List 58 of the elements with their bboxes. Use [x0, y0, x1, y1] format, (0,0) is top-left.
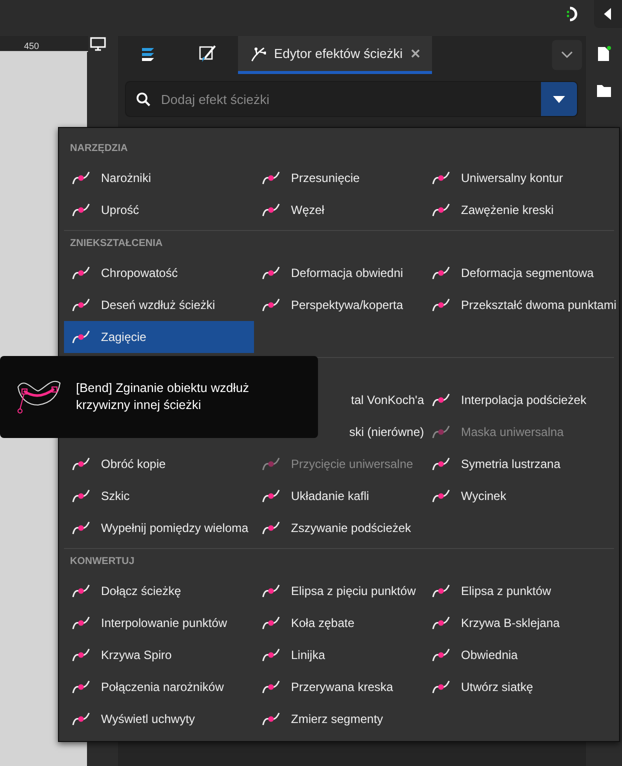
section-heading: NARZĘDZIA	[69, 142, 129, 156]
effect-menu-item[interactable]: Węzeł	[254, 194, 424, 226]
search-field[interactable]: Dodaj efekt ścieżki	[125, 81, 578, 117]
effect-menu-item[interactable]: Wypełnij pomiędzy wieloma	[64, 512, 254, 544]
effect-menu-item[interactable]: Przesunięcie	[254, 162, 424, 194]
effect-menu-item[interactable]: Interpolacja podścieżek	[424, 384, 614, 416]
effect-menu-item[interactable]: Narożniki	[64, 162, 254, 194]
effect-menu-item[interactable]: Deformacja obwiedni	[254, 257, 424, 289]
effect-menu-item[interactable]: Dołącz ścieżkę	[64, 575, 254, 607]
effect-menu-item[interactable]: Uniwersalny kontur	[424, 162, 619, 194]
effect-menu-item[interactable]: Linijka	[254, 639, 424, 671]
chevron-down-icon	[561, 51, 573, 59]
collapse-button[interactable]	[594, 0, 622, 28]
left-triangle-icon	[604, 8, 612, 20]
effect-menu-item[interactable]: Krzywa Spiro	[64, 639, 254, 671]
effect-menu-item[interactable]: Interpolowanie punktów	[64, 607, 254, 639]
section-heading: ZNIEKSZTAŁCENIA	[69, 237, 164, 251]
effect-menu-item[interactable]: Deseń wzdłuż ścieżki	[64, 289, 254, 321]
effect-menu-item[interactable]: Elipsa z punktów	[424, 575, 614, 607]
folder-icon[interactable]	[596, 84, 612, 98]
effect-menu-item[interactable]: Obróć kopie	[64, 448, 254, 480]
section-heading: KONWERTUJ	[69, 555, 136, 569]
search-input[interactable]: Dodaj efekt ścieżki	[159, 90, 541, 108]
effect-menu-item[interactable]: Wyświetl uchwyty	[64, 703, 254, 735]
caret-icon	[553, 96, 565, 102]
search-icon	[136, 92, 151, 106]
effect-menu-item[interactable]: Zagięcie	[64, 321, 254, 353]
effect-menu-item[interactable]: Symetria lustrzana	[424, 448, 614, 480]
close-icon[interactable]	[410, 49, 420, 58]
effect-menu-item[interactable]: Zawężenie kreski	[424, 194, 619, 226]
tooltip-text: [Bend] Zginanie obiektu wzdłuż krzywizny innej ścieżki	[76, 380, 250, 414]
path-effect-icon	[250, 46, 266, 62]
tabs-menu-button[interactable]	[552, 40, 582, 70]
effect-menu-item[interactable]: Deformacja segmentowa	[424, 257, 616, 289]
monitor-icon[interactable]	[90, 37, 106, 51]
sync-icon[interactable]	[564, 6, 580, 22]
effect-menu-item[interactable]: Zmierz segmenty	[254, 703, 424, 735]
layers-icon	[139, 46, 157, 60]
effect-menu-item[interactable]: Perspektywa/koperta	[254, 289, 424, 321]
new-document-icon[interactable]	[596, 46, 612, 62]
effect-menu-item[interactable]: Zszywanie podścieżek	[254, 512, 424, 544]
effect-menu-item[interactable]: Utwórz siatkę	[424, 671, 614, 703]
effect-menu-item[interactable]: Obwiednia	[424, 639, 614, 671]
effect-menu-item[interactable]: Koła zębate	[254, 607, 424, 639]
effect-menu-item[interactable]: Szkic	[64, 480, 254, 512]
ruler-label: 450	[24, 41, 40, 51]
brush-icon	[199, 44, 217, 62]
effect-menu-item[interactable]: Wycinek	[424, 480, 614, 512]
effect-menu-item[interactable]: Układanie kafli	[254, 480, 424, 512]
effect-menu-item[interactable]: Połączenia narożników	[64, 671, 254, 703]
dropdown-button[interactable]	[541, 82, 577, 116]
effect-menu-item[interactable]: Krzywa B-sklejana	[424, 607, 614, 639]
effect-menu-item[interactable]: Uprość	[64, 194, 254, 226]
effect-menu-item[interactable]: Elipsa z pięciu punktów	[254, 575, 424, 607]
panel-tab[interactable]: Edytor efektów ścieżki	[238, 36, 432, 74]
effect-menu-item[interactable]: Chropowatość	[64, 257, 254, 289]
effect-menu-item[interactable]: Przerywana kreska	[254, 671, 424, 703]
effect-menu-item[interactable]: Przekształć dwoma punktami	[424, 289, 616, 321]
